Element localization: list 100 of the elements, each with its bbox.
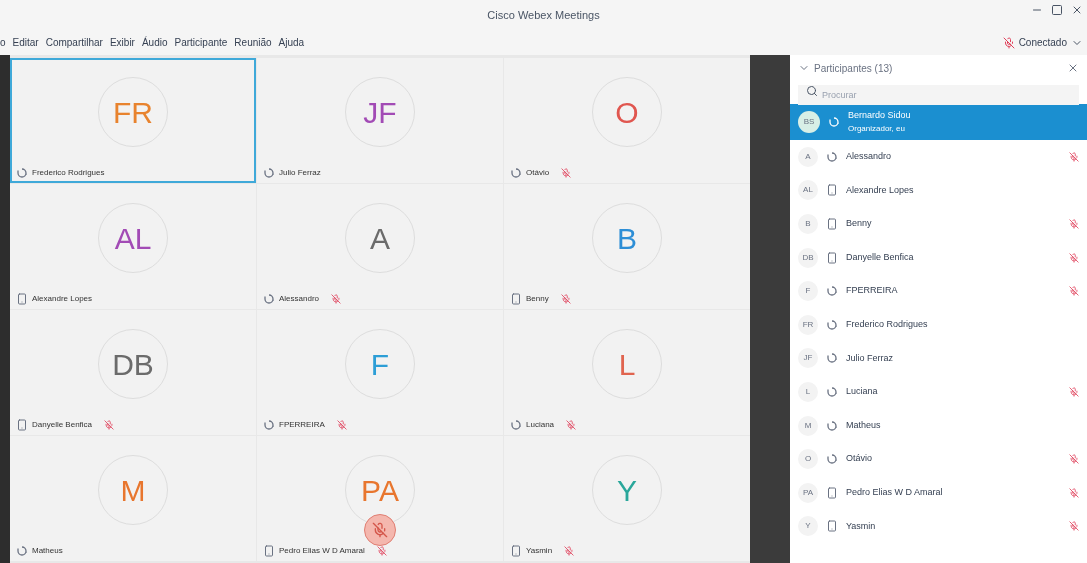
video-tile[interactable]: M Matheus [10,436,256,561]
connection-status[interactable]: Conectado [1018,35,1067,50]
participant-name: Bernardo Sidou [848,109,911,123]
search-icon [806,85,818,97]
participant-row[interactable]: A Alessandro [790,140,1087,174]
menu-item[interactable]: Exibir [109,35,135,50]
video-tile[interactable]: JF Julio Ferraz [257,58,503,183]
avatar-initials: O [615,94,639,131]
participant-name: Alessandro [279,292,320,305]
phone-icon [826,520,838,533]
video-tile[interactable]: L Luciana [504,310,750,435]
participant-name: Pedro Elias W D Amaral [279,544,365,557]
avatar-initials: Y [805,520,811,533]
participant-row[interactable]: M Matheus [790,408,1087,443]
participant-name: Yasmin [846,519,876,533]
participant-row[interactable]: L Luciana [790,375,1087,409]
phone-icon [16,292,28,305]
participant-name: Frederico Rodrigues [32,166,105,179]
participant-row[interactable]: O Otávio [790,442,1087,476]
phone-icon [826,218,838,230]
avatar-initials: O [804,453,812,466]
phone-icon [826,251,838,264]
phone-icon [826,486,838,499]
participant-row[interactable]: AL Alexandre Lopes [790,173,1087,208]
avatar-initials: JF [803,352,813,365]
avatar-initials: PA [361,472,399,509]
phone-icon [510,292,522,305]
avatar-initials: Y [617,472,637,509]
audio-icon [826,285,838,298]
audio-icon [510,418,522,431]
participant-name: Alexandre Lopes [846,183,914,197]
menu-item[interactable]: Áudio [141,35,168,50]
avatar-initials: L [618,346,636,383]
audio-icon [826,385,838,398]
participant-role: Organizador, eu [848,122,906,135]
participant-name: Benny [846,217,872,231]
video-tile[interactable]: B Benny [504,184,750,309]
maximize-icon[interactable] [1051,4,1063,16]
avatar-initials: F [370,346,390,383]
menu-item[interactable]: Editar [12,35,39,50]
participant-name: FPERREIRA [279,418,325,431]
participant-name: Frederico Rodrigues [846,318,928,331]
participant-row[interactable]: F FPERREIRA [790,274,1087,308]
avatar-initials: A [805,150,811,163]
audio-icon [263,418,275,431]
participant-name: Danyelle Benfica [846,250,914,264]
video-tile[interactable]: PA Pedro Elias W D Amaral [257,436,503,561]
video-tile[interactable]: O Otávio [504,58,750,183]
avatar-initials: B [617,220,637,257]
menu-item[interactable]: Participante [174,35,228,50]
menu-item[interactable]: o [0,35,6,50]
participant-row[interactable]: B Benny [790,207,1087,241]
participant-row[interactable]: BS Bernardo Sidou Organizador, eu [790,104,1087,140]
avatar-initials: AL [114,220,152,257]
participant-row[interactable]: JF Julio Ferraz [790,341,1087,376]
audio-icon [16,544,28,557]
participant-name: Matheus [32,544,63,557]
audio-icon [826,419,838,432]
close-icon[interactable] [1071,4,1083,16]
participant-row[interactable]: Y Yasmin [790,509,1087,544]
menu-item[interactable]: Reunião [234,35,272,50]
participant-row[interactable]: FR Frederico Rodrigues [790,307,1087,342]
phone-icon [826,184,838,197]
video-tile[interactable]: A Alessandro [257,184,503,309]
menu-item[interactable]: Compartilhar [45,35,103,50]
participant-name: FPERREIRA [846,284,898,298]
window-title: Cisco Webex Meetings [487,7,600,23]
menu-item[interactable]: Ajuda [278,35,305,50]
participant-name: Matheus [846,418,881,432]
audio-icon [828,116,840,128]
avatar-initials: A [370,220,390,257]
video-tile[interactable]: DB Danyelle Benfica [10,310,256,435]
audio-icon [826,150,838,163]
close-icon[interactable] [1067,62,1079,74]
avatar-initials: FR [113,94,153,131]
avatar-initials: PA [802,486,814,499]
participant-name: Luciana [846,385,878,399]
video-tile[interactable]: F FPERREIRA [257,310,503,435]
avatar-initials: M [120,472,146,509]
participant-row[interactable]: DB Danyelle Benfica [790,240,1087,275]
avatar-initials: BS [803,116,815,128]
avatar-initials: DB [112,346,154,383]
video-tile[interactable]: FR Frederico Rodrigues [10,58,256,183]
search-field[interactable]: Procurar [798,85,1079,105]
avatar-initials: FR [802,318,814,331]
participant-name: Julio Ferraz [846,351,893,365]
audio-icon [263,292,275,305]
participant-name: Danyelle Benfica [32,418,93,431]
avatar-initials: F [805,285,811,298]
participant-name: Otávio [526,166,550,179]
phone-icon [263,544,275,557]
participant-name: Pedro Elias W D Amaral [846,486,943,499]
muted-mic-icon [1002,36,1015,49]
participant-name: Benny [526,292,549,305]
participant-name: Otávio [846,452,872,466]
participant-row[interactable]: PA Pedro Elias W D Amaral [790,475,1087,510]
video-tile[interactable]: Y Yasmin [504,436,750,561]
audio-icon [263,166,275,179]
audio-icon [826,318,838,331]
video-tile[interactable]: AL Alexandre Lopes [10,184,256,309]
